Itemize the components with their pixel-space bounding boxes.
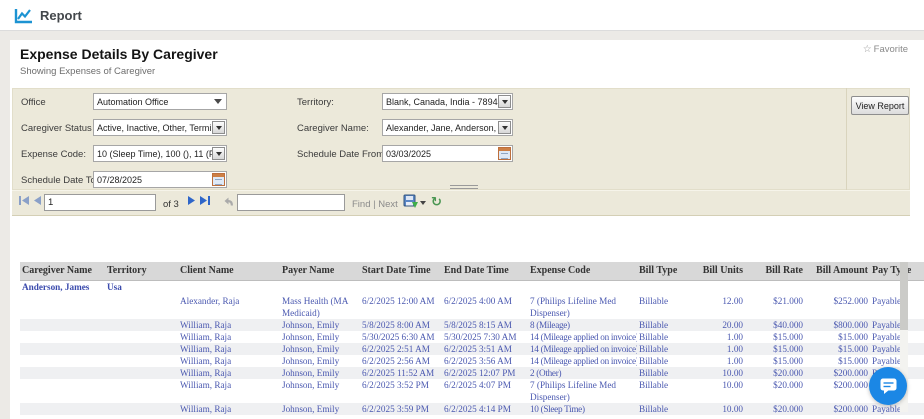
expense-code-label: Expense Code: (21, 149, 86, 160)
group-territory: Usa (105, 280, 178, 295)
calendar-icon[interactable] (498, 147, 511, 160)
next-page-icon[interactable] (187, 195, 196, 206)
col-client-name: Client Name (178, 262, 280, 280)
first-page-icon[interactable] (18, 195, 30, 206)
chevron-down-icon[interactable] (498, 95, 511, 108)
favorite-star-icon: ☆ (863, 44, 872, 55)
col-payer-name: Payer Name (280, 262, 360, 280)
last-page-icon[interactable] (199, 195, 211, 206)
col-start-date-time: Start Date Time (360, 262, 442, 280)
caregiver-status-label: Caregiver Status (21, 123, 92, 134)
parent-report-icon (222, 195, 235, 207)
col-bill-type: Bill Type (637, 262, 693, 280)
office-select[interactable]: Automation Office (93, 93, 227, 110)
chevron-down-icon[interactable] (498, 121, 511, 134)
caregiver-name-label: Caregiver Name: (297, 123, 369, 134)
chat-bubble-button[interactable] (869, 367, 907, 405)
top-bar (0, 0, 924, 31)
col-territory: Territory (105, 262, 178, 280)
table-row: Alexander, Raja Mass Health (MA Medicaid… (20, 295, 924, 319)
group-caregiver-name: Anderson, James (20, 280, 105, 295)
find-next-separator: | (373, 199, 375, 210)
favorite-label: Favorite (874, 44, 908, 55)
table-row: William, Raja Johnson, Emily 5/8/2025 8:… (20, 319, 924, 331)
schedule-date-from-input[interactable]: 03/03/2025 (382, 145, 513, 162)
chevron-down-icon (214, 99, 222, 104)
col-pay-type: Pay Type (870, 262, 924, 280)
find-next-controls: Find | Next (352, 199, 398, 210)
page-title: Report (40, 8, 82, 23)
report-table: Caregiver Name Territory Client Name Pay… (20, 262, 924, 419)
table-row: William, Raja Johnson, Emily 6/2/2025 3:… (20, 379, 924, 403)
col-bill-units: Bill Units (693, 262, 745, 280)
caregiver-status-select[interactable]: Active, Inactive, Other, Terminate (93, 119, 227, 136)
splitter-handle[interactable] (450, 185, 478, 189)
table-row: William, Raja Johnson, Emily 6/2/2025 2:… (20, 343, 924, 355)
filter-separator (846, 88, 847, 190)
col-end-date-time: End Date Time (442, 262, 528, 280)
col-bill-amount: Bill Amount (805, 262, 870, 280)
schedule-date-to-input[interactable]: 07/28/2025 (93, 171, 227, 188)
export-icon[interactable] (403, 194, 419, 209)
caregiver-name-select[interactable]: Alexander, Jane, Anderson, Jame (382, 119, 513, 136)
chevron-down-icon[interactable] (212, 147, 225, 160)
table-row: William, Raja Johnson, Emily 6/2/2025 11… (20, 367, 924, 379)
office-label: Office (21, 97, 46, 108)
page-number-input[interactable] (44, 194, 156, 211)
chat-bubble-icon (879, 377, 898, 395)
chevron-down-icon[interactable] (212, 121, 225, 134)
next-link[interactable]: Next (378, 199, 398, 210)
find-link[interactable]: Find (352, 199, 370, 210)
schedule-date-from-label: Schedule Date From: (297, 149, 387, 160)
refresh-icon[interactable]: ↻ (431, 196, 442, 210)
favorite-button[interactable]: ☆Favorite (863, 44, 908, 55)
expense-code-select[interactable]: 10 (Sleep Time), 100 (), 11 (Pres (93, 145, 227, 162)
vertical-scrollbar-thumb[interactable] (900, 262, 908, 330)
page-count-label: of 3 (163, 199, 179, 210)
col-expense-code: Expense Code (528, 262, 637, 280)
prev-page-icon[interactable] (33, 195, 42, 206)
table-row: William, Raja Johnson, Emily 6/2/2025 3:… (20, 403, 924, 415)
territory-label: Territory: (297, 97, 334, 108)
col-caregiver-name: Caregiver Name (20, 262, 105, 280)
report-chart-icon (14, 7, 33, 29)
export-menu-caret-icon[interactable] (420, 201, 426, 205)
calendar-icon[interactable] (212, 173, 225, 186)
col-bill-rate: Bill Rate (745, 262, 805, 280)
report-title: Expense Details By Caregiver (20, 46, 218, 62)
search-input[interactable] (237, 194, 345, 211)
report-subtitle: Showing Expenses of Caregiver (20, 66, 155, 77)
schedule-date-to-label: Schedule Date To: (21, 175, 98, 186)
table-header-row: Caregiver Name Territory Client Name Pay… (20, 262, 924, 280)
view-report-button[interactable]: View Report (851, 96, 909, 115)
territory-select[interactable]: Blank, Canada, India - 789456, N (382, 93, 513, 110)
table-row: William, Raja Johnson, Emily 5/30/2025 6… (20, 331, 924, 343)
table-row: William, Raja Johnson, Emily 6/2/2025 2:… (20, 355, 924, 367)
group-row: Anderson, James Usa (20, 280, 924, 295)
